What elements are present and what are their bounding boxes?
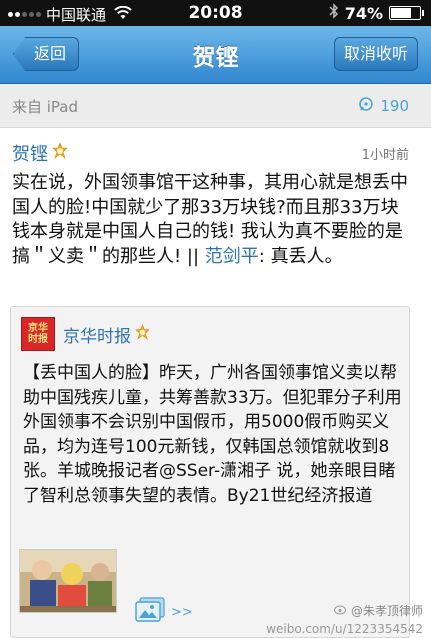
post-body: 实在说，外国领事馆干这种事，其用心就是想丢中国人的脸!中国就少了那33万块钱?而…: [12, 171, 414, 269]
view-gallery-button[interactable]: >>: [135, 597, 193, 627]
verified-badge-icon: [134, 323, 151, 346]
watermark-handle: @朱孝顶律师: [350, 604, 423, 618]
post-image-thumbnail[interactable]: [19, 549, 117, 613]
watermark: @朱孝顶律师 weibo.com/u/1223354542: [266, 602, 423, 638]
status-bar: 中国联通 20:08 74%: [0, 0, 431, 26]
weibo-post: 贺铿 1小时前 实在说，外国领事馆干这种事，其用心就是想丢中国人的脸!中国就少了…: [0, 128, 431, 638]
post-author-link[interactable]: 贺铿: [12, 140, 69, 166]
unfollow-button[interactable]: 取消收听: [333, 37, 418, 71]
navigation-bar: 返回 贺铿 取消收听: [0, 26, 431, 84]
mention-text: : 真丢人。: [258, 245, 343, 267]
logo-text-line1: 京华: [28, 323, 48, 334]
post-timestamp: 1小时前: [361, 148, 409, 163]
verified-badge-icon: [51, 141, 69, 165]
battery-icon: [389, 6, 424, 20]
comment-count: 190: [380, 97, 409, 115]
battery-percent: 74%: [344, 3, 383, 23]
quoted-post[interactable]: 京华 时报 京华时报 【丢中国人的脸】昨天，广州各国领事馆义卖以帮助中国残疾儿童…: [10, 306, 410, 638]
weibo-logo-icon: [333, 602, 348, 620]
source-label: 来自 iPad: [12, 98, 79, 116]
logo-text-line2: 时报: [28, 334, 48, 345]
quoted-post-body: 【丢中国人的脸】昨天，广州各国领事馆义卖以帮助中国残疾儿童，共筹善款33万。但犯…: [23, 363, 402, 506]
mention-link[interactable]: 范剑平: [205, 246, 259, 267]
battery-fill: [391, 8, 411, 18]
watermark-url: weibo.com/u/1223354542: [266, 622, 423, 636]
post-author-name: 贺铿: [12, 144, 48, 165]
image-gallery-icon: [135, 597, 165, 627]
quoted-author-name: 京华时报: [63, 327, 131, 347]
source-bar: 来自 iPad 190: [0, 84, 431, 128]
bluetooth-icon: [329, 3, 339, 23]
gallery-arrow: >>: [171, 604, 193, 620]
quoted-author-avatar[interactable]: 京华 时报: [21, 317, 55, 351]
comment-count-button[interactable]: 190: [358, 96, 409, 116]
comment-icon: [358, 96, 374, 116]
status-bar-right: 74%: [329, 3, 424, 23]
quoted-author-link[interactable]: 京华时报: [63, 322, 151, 347]
watermark-handle-row: @朱孝顶律师: [266, 602, 423, 620]
